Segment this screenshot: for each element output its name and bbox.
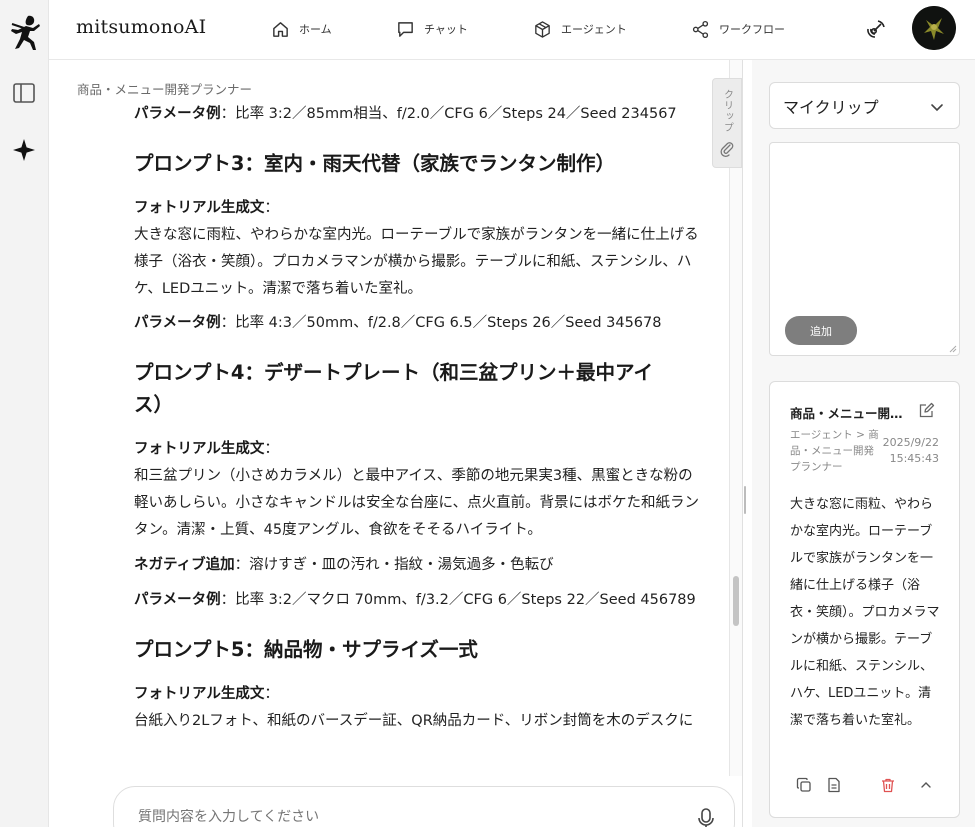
- p4-text-2: 軽いあしらい。小さなキャンドルは安全な台座に、点火直前。背景にはボケた和紙ラン: [134, 495, 700, 511]
- avatar[interactable]: [912, 6, 956, 50]
- chat-response: パラメータ例：比率 3:2／85mm相当、f/2.0／CFG 6／Steps 2…: [134, 100, 726, 776]
- clip-card-date: 2025/9/22: [882, 436, 939, 449]
- p4-photo-label: フォトリアル生成文: [134, 441, 265, 457]
- broadcast-icon[interactable]: [865, 18, 887, 40]
- clip-card-body: 大きな窓に雨粒、やわらかな室内光。ローテーブルで家族がランタンを一緒に仕上げる様…: [790, 497, 940, 728]
- nav-agent[interactable]: エージェント: [533, 17, 627, 41]
- p2-params-text: ：比率 3:2／85mm相当、f/2.0／CFG 6／Steps 24／Seed…: [220, 106, 677, 122]
- chat-input[interactable]: [138, 809, 658, 825]
- brand-name[interactable]: mitsumonoAI: [76, 16, 206, 38]
- microphone-icon[interactable]: [696, 807, 716, 827]
- p3-photo-label: フォトリアル生成文: [134, 200, 265, 216]
- resize-handle[interactable]: [744, 486, 746, 514]
- chat-icon: [398, 21, 413, 37]
- chevron-down-icon: [931, 104, 943, 112]
- clip-tab[interactable]: クリップ: [712, 78, 742, 168]
- p3-photo-colon: ：: [264, 200, 279, 216]
- top-header: mitsumonoAI ホーム チャット エージェント ワークフロー: [49, 0, 975, 60]
- p5-photo-label-line: フォトリアル生成文：: [134, 681, 726, 708]
- sidebar-toggle-icon[interactable]: [12, 81, 36, 105]
- p4-photo-label-line: フォトリアル生成文：: [134, 436, 726, 463]
- p3-params-text: ：比率 4:3／50mm、f/2.8／CFG 6.5／Steps 26／Seed…: [220, 315, 662, 331]
- p4-params-line: パラメータ例：比率 3:2／マクロ 70mm、f/3.2／CFG 6／Steps…: [134, 587, 726, 614]
- clip-card: 商品・メニュー開発プランナー エージェント > 商品・メニュー開発プランナー 2…: [769, 381, 960, 818]
- trash-icon[interactable]: [880, 777, 896, 793]
- home-icon: [273, 21, 288, 37]
- agent-title: 商品・メニュー開発プランナー: [77, 82, 253, 97]
- resize-grip-icon[interactable]: [949, 345, 957, 353]
- clip-select-value: マイクリップ: [783, 97, 879, 117]
- nav-chat-label: チャット: [424, 23, 468, 36]
- p4-heading-2: ス）: [134, 393, 174, 416]
- p4-text-3: タン。清潔・上質、45度アングル、食欲をそそるハイライト。: [134, 522, 542, 538]
- clip-card-actions: [796, 777, 936, 797]
- scrollbar-thumb[interactable]: [733, 576, 739, 626]
- clip-card-time: 15:45:43: [889, 452, 939, 465]
- p4-negative-label: ネガティブ追加: [134, 557, 235, 573]
- p4-negative-text: ：溶けすぎ・皿の汚れ・指紋・湯気過多・色転び: [234, 557, 554, 573]
- clip-tab-label: クリップ: [721, 89, 733, 133]
- nav-home[interactable]: ホーム: [271, 17, 332, 41]
- nav-home-label: ホーム: [299, 23, 332, 36]
- p4-negative-line: ネガティブ追加：溶けすぎ・皿の汚れ・指紋・湯気過多・色転び: [134, 552, 726, 579]
- nav-workflow[interactable]: ワークフロー: [691, 17, 785, 41]
- p4-text-1: 和三盆プリン（小さめカラメル）と最中アイス、季節の地元果実3種、黒蜜ときな粉の: [134, 468, 693, 484]
- p3-text-2: 様子（浴衣・笑顔）。プロカメラマンが横から撮影。テーブルに和紙、ステンシル、ハ: [134, 254, 692, 270]
- left-rail: [0, 0, 49, 827]
- clip-card-title[interactable]: 商品・メニュー開発プランナー: [790, 403, 908, 422]
- chevron-up-icon[interactable]: [918, 777, 934, 793]
- p4-heading-1: プロンプト4：デザートプレート（和三盆プリン＋最中アイ: [134, 361, 654, 384]
- p5-heading: プロンプト5：納品物・サプライズ一式: [134, 638, 478, 661]
- p5-photo-label: フォトリアル生成文: [134, 686, 265, 702]
- p3-text-3: ケ、LEDユニット。清潔で落ち着いた室礼。: [134, 281, 422, 297]
- ninja-logo-icon[interactable]: [6, 12, 42, 52]
- nav-workflow-label: ワークフロー: [719, 23, 785, 36]
- p3-photo-label-line: フォトリアル生成文：: [134, 195, 726, 222]
- clip-card-timestamp: 2025/9/22 15:45:43: [883, 435, 939, 467]
- p2-params-line: パラメータ例：比率 3:2／85mm相当、f/2.0／CFG 6／Steps 2…: [134, 101, 726, 128]
- p4-photo-colon: ：: [264, 441, 279, 457]
- p4-params-text: ：比率 3:2／マクロ 70mm、f/3.2／CFG 6／Steps 22／Se…: [220, 592, 696, 608]
- share-icon: [692, 20, 709, 38]
- p3-heading: プロンプト3：室内・雨天代替（家族でランタン制作）: [134, 152, 615, 175]
- document-icon[interactable]: [826, 777, 842, 793]
- edit-icon[interactable]: [918, 402, 935, 419]
- p4-params-label: パラメータ例: [134, 592, 221, 608]
- sparkle-icon[interactable]: [12, 138, 36, 162]
- p2-params-label: パラメータ例: [134, 106, 221, 122]
- panel-divider: [742, 60, 743, 827]
- paperclip-icon: [720, 142, 734, 157]
- nav-chat[interactable]: チャット: [396, 17, 468, 41]
- clip-select[interactable]: マイクリップ: [769, 82, 960, 129]
- add-button[interactable]: 追加: [785, 316, 857, 345]
- nav-agent-label: エージェント: [561, 23, 627, 36]
- p5-photo-colon: ：: [264, 686, 279, 702]
- chat-input-bar: [113, 786, 735, 827]
- cube-icon: [535, 20, 550, 38]
- p3-params-line: パラメータ例：比率 4:3／50mm、f/2.8／CFG 6.5／Steps 2…: [134, 310, 726, 337]
- p3-text-1: 大きな窓に雨粒、やわらかな室内光。ローテーブルで家族がランタンを一緒に仕上げる: [134, 227, 699, 243]
- clip-card-path: エージェント > 商品・メニュー開発プランナー: [790, 429, 879, 473]
- copy-icon[interactable]: [796, 777, 812, 793]
- p3-params-label: パラメータ例: [134, 315, 221, 331]
- p5-text-1: 台紙入り2Lフォト、和紙のバースデー証、QR納品カード、リボン封筒を木のデスクに: [134, 713, 694, 729]
